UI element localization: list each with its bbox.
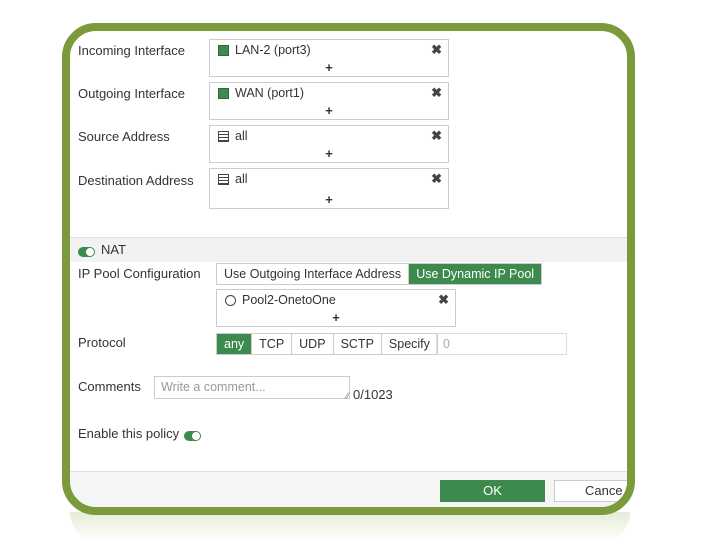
add-icon[interactable]: + <box>210 192 448 207</box>
incoming-interface-value: LAN-2 (port3) <box>235 43 311 57</box>
enable-policy-toggle[interactable] <box>184 427 201 442</box>
protocol-tcp[interactable]: TCP <box>252 334 293 354</box>
remove-icon[interactable]: ✖ <box>431 85 442 101</box>
comment-counter: 0/1023 <box>353 387 393 402</box>
destination-address-value: all <box>235 172 248 186</box>
enable-policy-label: Enable this policy <box>78 426 180 441</box>
port-icon <box>218 87 229 99</box>
outgoing-interface-value: WAN (port1) <box>235 86 304 100</box>
ip-pool-chip: Pool2-OnetoOne <box>225 293 336 307</box>
destination-address-label: Destination Address <box>78 173 194 188</box>
ip-pool-value: Pool2-OnetoOne <box>242 293 336 307</box>
policy-form: Incoming Interface LAN-2 (port3) ✖ + Out… <box>70 31 627 507</box>
ip-pool-field[interactable]: Pool2-OnetoOne ✖ + <box>216 289 456 327</box>
ok-button[interactable]: OK <box>440 480 545 502</box>
protocol-label: Protocol <box>78 335 126 350</box>
protocol-sctp[interactable]: SCTP <box>333 334 382 354</box>
address-icon <box>218 130 229 142</box>
remove-icon[interactable]: ✖ <box>431 128 442 144</box>
protocol-specify[interactable]: Specify <box>381 334 437 354</box>
ip-pool-config-label: IP Pool Configuration <box>78 266 201 281</box>
add-icon[interactable]: + <box>210 60 448 75</box>
outgoing-interface-field[interactable]: WAN (port1) ✖ + <box>209 82 449 120</box>
outgoing-interface-chip: WAN (port1) <box>218 86 304 100</box>
outgoing-interface-label: Outgoing Interface <box>78 86 185 101</box>
incoming-interface-label: Incoming Interface <box>78 43 185 58</box>
protocol-udp[interactable]: UDP <box>292 334 334 354</box>
option-outgoing-interface-address[interactable]: Use Outgoing Interface Address <box>217 264 410 284</box>
source-address-chip: all <box>218 129 248 143</box>
protocol-any[interactable]: any <box>217 334 253 354</box>
dialog-footer: OK Cance <box>70 471 627 507</box>
source-address-field[interactable]: all ✖ + <box>209 125 449 163</box>
add-icon[interactable]: + <box>217 310 455 325</box>
resize-handle-icon[interactable]: ⁄⁄ <box>346 391 349 401</box>
cancel-button[interactable]: Cance <box>554 480 627 502</box>
option-dynamic-ip-pool[interactable]: Use Dynamic IP Pool <box>409 264 542 284</box>
add-icon[interactable]: + <box>210 146 448 161</box>
incoming-interface-chip: LAN-2 (port3) <box>218 43 311 57</box>
incoming-interface-field[interactable]: LAN-2 (port3) ✖ + <box>209 39 449 77</box>
nat-toggle[interactable] <box>78 243 95 258</box>
toggle-on-icon <box>184 430 201 441</box>
pool-icon <box>225 294 236 306</box>
add-icon[interactable]: + <box>210 103 448 118</box>
address-icon <box>218 173 229 185</box>
port-icon <box>218 44 229 56</box>
nat-section-header: NAT <box>70 237 627 262</box>
remove-icon[interactable]: ✖ <box>438 292 449 308</box>
nat-label: NAT <box>101 242 127 257</box>
comments-label: Comments <box>78 379 141 394</box>
protocol-number-input[interactable]: 0 <box>436 333 567 355</box>
destination-address-field[interactable]: all ✖ + <box>209 168 449 209</box>
source-address-value: all <box>235 129 248 143</box>
remove-icon[interactable]: ✖ <box>431 42 442 58</box>
source-address-label: Source Address <box>78 129 170 144</box>
screenshot-frame: Incoming Interface LAN-2 (port3) ✖ + Out… <box>62 23 635 515</box>
frame-reflection <box>70 512 630 542</box>
toggle-on-icon <box>78 246 95 257</box>
destination-address-chip: all <box>218 172 248 186</box>
comment-textarea[interactable]: Write a comment... <box>154 376 350 399</box>
protocol-selector: any TCP UDP SCTP Specify <box>216 333 438 355</box>
ip-pool-selector: Use Outgoing Interface Address Use Dynam… <box>216 263 543 285</box>
remove-icon[interactable]: ✖ <box>431 171 442 187</box>
